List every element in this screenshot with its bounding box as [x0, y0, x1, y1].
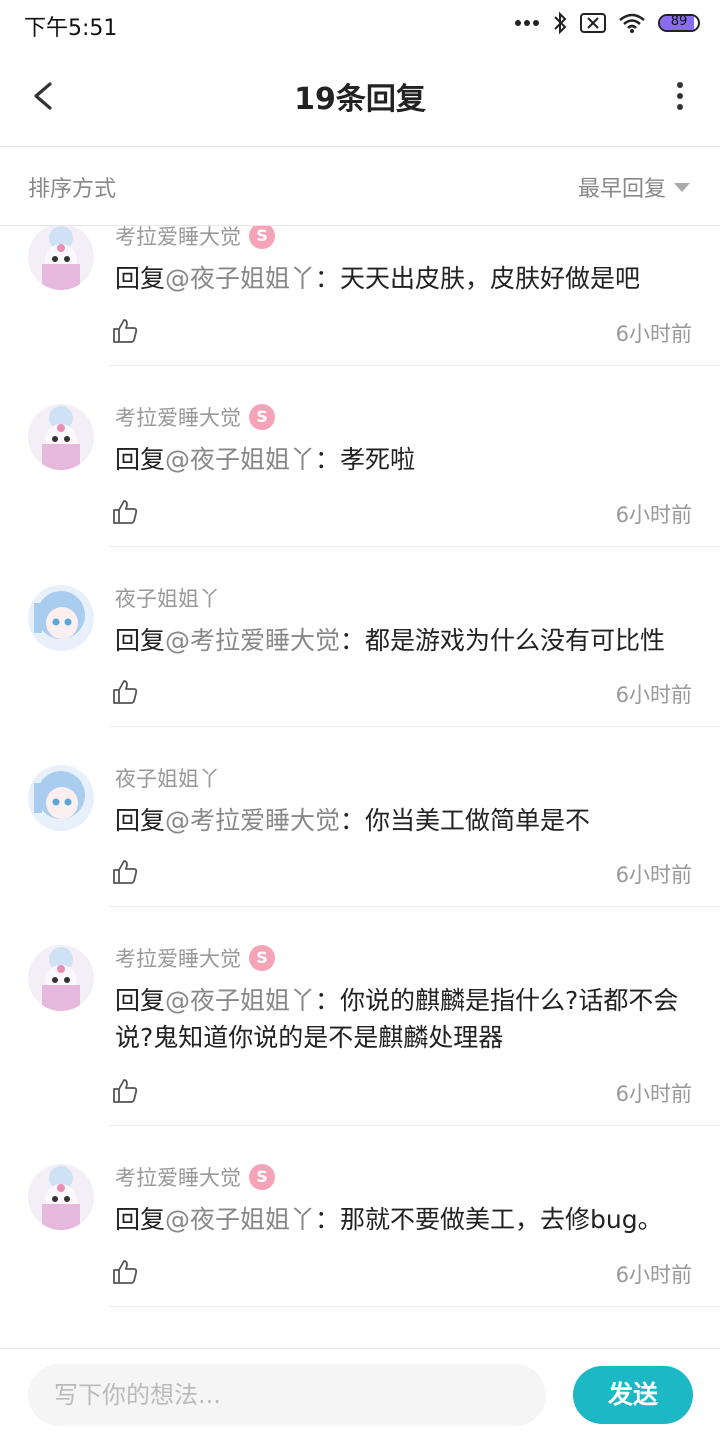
reply-sep: ： — [315, 264, 341, 293]
thumbs-up-icon[interactable] — [112, 859, 138, 885]
reply-sep: ： — [340, 806, 366, 835]
reply-sep: ： — [315, 1205, 341, 1234]
reply-text: 回复@夜子姐姐丫：那就不要做美工，去修bug。 — [115, 1201, 700, 1238]
author-name[interactable]: 考拉爱睡大觉 S — [115, 943, 275, 973]
mention-link[interactable]: @夜子姐姐丫 — [165, 1205, 315, 1234]
author-name[interactable]: 夜子姐姐丫 — [115, 583, 220, 613]
author-name[interactable]: 考拉爱睡大觉 S — [115, 1162, 275, 1192]
reply-text: 回复@夜子姐姐丫：你说的麒麟是指什么?话都不会说?鬼知道你说的是不是麒麟处理器 — [115, 982, 680, 1056]
author-name[interactable]: 考拉爱睡大觉 S — [115, 226, 275, 251]
reply-body: 天天出皮肤，皮肤好做是吧 — [340, 264, 641, 293]
reply-list: 考拉爱睡大觉 S 回复@夜子姐姐丫：天天出皮肤，皮肤好做是吧 6小时前 考拉爱睡… — [0, 226, 720, 1348]
wifi-icon — [619, 13, 645, 33]
reply-text: 回复@夜子姐姐丫：天天出皮肤，皮肤好做是吧 — [115, 260, 700, 297]
reply-body: 你当美工做简单是不 — [365, 806, 591, 835]
battery-level: 89 — [670, 14, 688, 29]
reply-time: 6小时前 — [615, 503, 692, 527]
avatar[interactable] — [28, 226, 94, 290]
level-badge-icon: S — [249, 1164, 275, 1190]
reply-sep: ： — [315, 986, 341, 1015]
sort-bar: 排序方式 最早回复 — [0, 147, 720, 226]
avatar[interactable] — [28, 765, 94, 831]
divider — [110, 1306, 720, 1307]
level-badge-icon: S — [249, 404, 275, 430]
author-label: 考拉爱睡大觉 — [115, 406, 241, 430]
bluetooth-icon — [554, 11, 567, 35]
mention-link[interactable]: @夜子姐姐丫 — [165, 445, 315, 474]
list-item: 考拉爱睡大觉 S 回复@夜子姐姐丫：天天出皮肤，皮肤好做是吧 6小时前 — [0, 226, 720, 366]
battery-icon: 89 — [658, 14, 700, 32]
thumbs-up-icon[interactable] — [112, 679, 138, 705]
reply-body: 孝死啦 — [340, 445, 416, 474]
avatar[interactable] — [28, 945, 94, 1011]
page-title: 19条回复 — [294, 82, 426, 117]
reply-time: 6小时前 — [615, 1263, 692, 1287]
thumbs-up-icon[interactable] — [112, 1078, 138, 1104]
avatar[interactable] — [28, 404, 94, 470]
level-badge-icon: S — [249, 945, 275, 971]
list-item: 考拉爱睡大觉 S 回复@夜子姐姐丫：你说的麒麟是指什么?话都不会说?鬼知道你说的… — [0, 907, 720, 1126]
thumbs-up-icon[interactable] — [112, 1259, 138, 1285]
no-sim-icon — [580, 13, 606, 33]
caret-down-icon — [674, 182, 690, 192]
reply-prefix: 回复 — [115, 1205, 166, 1234]
more-vert-icon[interactable] — [670, 76, 690, 116]
reply-prefix: 回复 — [115, 986, 166, 1015]
status-time: 下午5:51 — [24, 16, 118, 41]
reply-text: 回复@夜子姐姐丫：孝死啦 — [115, 441, 700, 478]
author-label: 考拉爱睡大觉 — [115, 947, 241, 971]
reply-text: 回复@考拉爱睡大觉：你当美工做简单是不 — [115, 802, 700, 839]
nav-bar: 19条回复 — [0, 46, 720, 147]
reply-prefix: 回复 — [115, 445, 166, 474]
reply-time: 6小时前 — [615, 863, 692, 887]
reply-prefix: 回复 — [115, 264, 166, 293]
avatar[interactable] — [28, 585, 94, 651]
reply-prefix: 回复 — [115, 626, 166, 655]
comment-input[interactable] — [28, 1364, 546, 1426]
thumbs-up-icon[interactable] — [112, 318, 138, 344]
reply-sep: ： — [340, 626, 366, 655]
reply-body: 那就不要做美工，去修bug。 — [340, 1205, 663, 1234]
reply-sep: ： — [315, 445, 341, 474]
author-name[interactable]: 考拉爱睡大觉 S — [115, 402, 275, 432]
author-label: 夜子姐姐丫 — [115, 587, 220, 611]
author-label: 夜子姐姐丫 — [115, 767, 220, 791]
mention-link[interactable]: @考拉爱睡大觉 — [165, 806, 340, 835]
composer-bar: 发送 — [0, 1348, 720, 1441]
sort-dropdown[interactable]: 最早回复 — [578, 171, 690, 203]
status-icons: 89 — [514, 10, 700, 36]
reply-text: 回复@考拉爱睡大觉：都是游戏为什么没有可比性 — [115, 622, 700, 659]
reply-prefix: 回复 — [115, 806, 166, 835]
status-bar: 下午5:51 89 — [0, 0, 720, 46]
reply-time: 6小时前 — [615, 683, 692, 707]
more-dots-icon — [515, 20, 539, 26]
send-button[interactable]: 发送 — [573, 1366, 693, 1424]
reply-time: 6小时前 — [615, 322, 692, 346]
author-label: 考拉爱睡大觉 — [115, 1166, 241, 1190]
author-name[interactable]: 夜子姐姐丫 — [115, 763, 220, 793]
level-badge-icon: S — [249, 226, 275, 249]
author-label: 考拉爱睡大觉 — [115, 226, 241, 249]
mention-link[interactable]: @夜子姐姐丫 — [165, 264, 315, 293]
mention-link[interactable]: @夜子姐姐丫 — [165, 986, 315, 1015]
mention-link[interactable]: @考拉爱睡大觉 — [165, 626, 340, 655]
avatar[interactable] — [28, 1164, 94, 1230]
thumbs-up-icon[interactable] — [112, 499, 138, 525]
reply-body: 都是游戏为什么没有可比性 — [365, 626, 666, 655]
list-item: 考拉爱睡大觉 S 回复@夜子姐姐丫：那就不要做美工，去修bug。 6小时前 — [0, 1126, 720, 1307]
sort-value: 最早回复 — [577, 177, 666, 202]
sort-label: 排序方式 — [28, 177, 117, 202]
reply-time: 6小时前 — [615, 1082, 692, 1106]
list-item: 夜子姐姐丫 回复@考拉爱睡大觉：你当美工做简单是不 6小时前 — [0, 727, 720, 907]
list-item: 考拉爱睡大觉 S 回复@夜子姐姐丫：孝死啦 6小时前 — [0, 366, 720, 547]
list-item: 夜子姐姐丫 回复@考拉爱睡大觉：都是游戏为什么没有可比性 6小时前 — [0, 547, 720, 727]
